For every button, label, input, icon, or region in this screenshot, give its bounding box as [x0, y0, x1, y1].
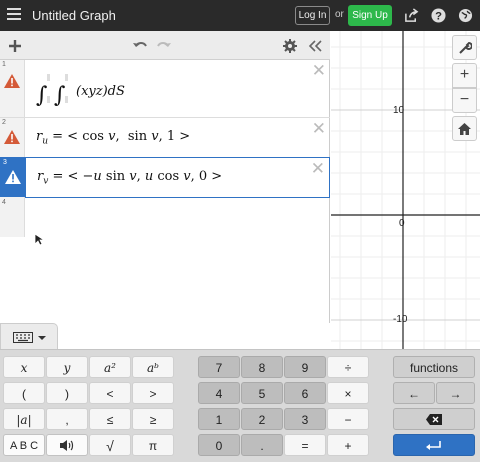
- login-button[interactable]: Log In: [295, 6, 330, 25]
- key-6[interactable]: 6: [284, 382, 326, 404]
- svg-text:(xyz)dS: (xyz)dS: [76, 84, 125, 99]
- key-less-equal[interactable]: ≤: [89, 408, 131, 430]
- keyboard-icon: [13, 332, 46, 343]
- key-3[interactable]: 3: [284, 408, 326, 430]
- menu-icon[interactable]: [7, 8, 21, 20]
- zoom-out-icon[interactable]: −: [452, 88, 477, 113]
- expression-formula[interactable]: ru = < cos v, sin v, 1 >: [36, 129, 190, 147]
- right-arrow-icon[interactable]: →: [436, 382, 475, 404]
- expression-list: 1 ∫ ∫ (xyz)dS ✕ 2 ru = < cos v, sin v, 1…: [0, 31, 330, 323]
- key-a-squared[interactable]: a²: [89, 356, 131, 378]
- key-minus[interactable]: −: [327, 408, 369, 430]
- left-arrow-icon[interactable]: ←: [393, 382, 435, 404]
- key-greater-equal[interactable]: ≥: [132, 408, 174, 430]
- expression-gutter: 1: [0, 60, 25, 117]
- warning-icon[interactable]: [4, 74, 20, 88]
- key-absolute-value[interactable]: |a|: [3, 408, 45, 430]
- zoom-in-icon[interactable]: +: [452, 63, 477, 88]
- add-item-icon[interactable]: [7, 38, 23, 54]
- key-plus[interactable]: +: [327, 434, 369, 456]
- key-open-paren[interactable]: (: [3, 382, 45, 404]
- home-icon[interactable]: [452, 116, 477, 141]
- key-4[interactable]: 4: [198, 382, 240, 404]
- keyboard-toggle[interactable]: [0, 323, 58, 349]
- origin-label: 0: [399, 218, 405, 229]
- key-equals[interactable]: =: [284, 434, 326, 456]
- y-tick-label: 10: [393, 105, 405, 116]
- collapse-panel-icon[interactable]: [307, 38, 323, 54]
- key-pi[interactable]: π: [132, 434, 174, 456]
- expression-number: 4: [2, 199, 6, 206]
- expression-row-active[interactable]: 3 rv = < −u sin v, u cos v, 0 > ✕: [0, 157, 330, 198]
- svg-text:∫: ∫: [54, 83, 66, 108]
- math-keypad: x y a² aᵇ 7 8 9 ÷ functions ( ) < > 4 5 …: [0, 349, 480, 462]
- delete-expression-icon[interactable]: ✕: [312, 62, 326, 79]
- expression-formula[interactable]: rv = < −u sin v, u cos v, 0 >: [37, 169, 222, 187]
- svg-text:∫: ∫: [36, 83, 48, 108]
- key-comma[interactable]: ,: [46, 408, 88, 430]
- share-icon[interactable]: [404, 8, 419, 23]
- y-tick-label: -10: [393, 314, 408, 325]
- expression-toolbar: [0, 31, 330, 60]
- key-x[interactable]: x: [3, 356, 45, 378]
- expression-row[interactable]: 2 ru = < cos v, sin v, 1 > ✕: [0, 118, 330, 158]
- functions-button[interactable]: functions: [393, 356, 475, 378]
- key-multiply[interactable]: ×: [327, 382, 369, 404]
- mouse-cursor-icon: [34, 233, 44, 246]
- key-y[interactable]: y: [46, 356, 88, 378]
- backspace-icon[interactable]: [393, 408, 475, 430]
- key-0[interactable]: 0: [198, 434, 240, 456]
- language-icon[interactable]: [458, 8, 473, 23]
- key-divide[interactable]: ÷: [327, 356, 369, 378]
- expression-gutter: 3: [1, 158, 26, 197]
- expression-row[interactable]: 1 ∫ ∫ (xyz)dS ✕: [0, 60, 330, 118]
- key-7[interactable]: 7: [198, 356, 240, 378]
- graph-title[interactable]: Untitled Graph: [32, 8, 116, 23]
- expression-number: 3: [3, 159, 7, 166]
- key-8[interactable]: 8: [241, 356, 283, 378]
- or-label: or: [335, 9, 344, 20]
- warning-icon[interactable]: [4, 130, 20, 144]
- empty-expression-row[interactable]: 4: [0, 197, 25, 237]
- expression-gutter: 2: [0, 118, 25, 157]
- key-greater-than[interactable]: >: [132, 382, 174, 404]
- double-integral-formula[interactable]: ∫ ∫ (xyz)dS: [36, 69, 171, 109]
- redo-icon[interactable]: [156, 38, 172, 54]
- key-9[interactable]: 9: [284, 356, 326, 378]
- enter-icon[interactable]: [393, 434, 475, 456]
- warning-icon[interactable]: [5, 170, 21, 184]
- help-icon[interactable]: ?: [431, 8, 446, 23]
- svg-text:?: ?: [435, 11, 442, 23]
- top-bar: Untitled Graph Log In or Sign Up ?: [0, 0, 480, 31]
- delete-expression-icon[interactable]: ✕: [312, 120, 326, 137]
- key-close-paren[interactable]: ): [46, 382, 88, 404]
- graph-settings-wrench-icon[interactable]: [452, 35, 477, 60]
- key-less-than[interactable]: <: [89, 382, 131, 404]
- sound-icon[interactable]: [46, 434, 88, 456]
- key-5[interactable]: 5: [241, 382, 283, 404]
- key-a-power-b[interactable]: aᵇ: [132, 356, 174, 378]
- key-square-root[interactable]: √: [89, 434, 131, 456]
- key-2[interactable]: 2: [241, 408, 283, 430]
- key-1[interactable]: 1: [198, 408, 240, 430]
- undo-icon[interactable]: [132, 38, 148, 54]
- abc-keyboard-button[interactable]: A B C: [3, 434, 45, 456]
- expression-number: 2: [2, 119, 6, 126]
- signup-button[interactable]: Sign Up: [348, 5, 392, 26]
- expression-number: 1: [2, 61, 6, 68]
- delete-expression-icon[interactable]: ✕: [311, 160, 325, 177]
- key-decimal[interactable]: .: [241, 434, 283, 456]
- settings-gear-icon[interactable]: [282, 38, 298, 54]
